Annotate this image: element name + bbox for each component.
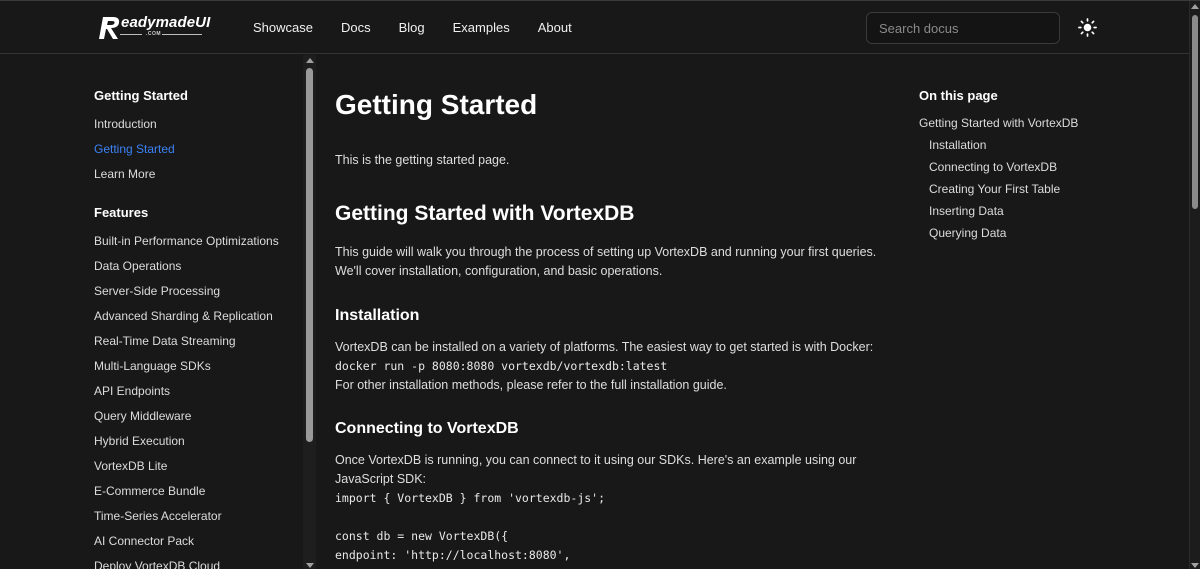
- search-input[interactable]: [879, 20, 1055, 36]
- nav-about[interactable]: About: [538, 20, 572, 35]
- sidebar-item-time-series[interactable]: Time-Series Accelerator: [94, 509, 222, 523]
- toc-item-first-table[interactable]: Creating Your First Table: [929, 182, 1060, 196]
- logo-divider-right: [162, 34, 202, 35]
- toc-item-querying[interactable]: Querying Data: [929, 226, 1006, 240]
- sidebar-item-hybrid-execution[interactable]: Hybrid Execution: [94, 434, 185, 448]
- scroll-up-arrow-icon[interactable]: [306, 58, 314, 63]
- install-code: docker run -p 8080:8080 vortexdb/vortexd…: [335, 359, 668, 373]
- sidebar-item-sharding[interactable]: Advanced Sharding & Replication: [94, 309, 273, 323]
- sidebar-item-introduction[interactable]: Introduction: [94, 117, 157, 131]
- code-line-import: import { VortexDB } from 'vortexdb-js';: [335, 491, 606, 505]
- sidebar-item-learn-more[interactable]: Learn More: [94, 167, 155, 181]
- nav-examples[interactable]: Examples: [453, 20, 510, 35]
- sun-icon[interactable]: [1078, 18, 1097, 37]
- logo-wordmark: eadymadeUI: [121, 14, 211, 31]
- install-text-2: For other installation methods, please r…: [335, 378, 727, 392]
- doc-content: Getting Started This is the getting star…: [335, 55, 895, 569]
- sidebar-item-server-side[interactable]: Server-Side Processing: [94, 284, 220, 298]
- toc-item-getting-started-vortexdb[interactable]: Getting Started with VortexDB: [919, 116, 1078, 130]
- intro-text: This is the getting started page.: [335, 153, 510, 167]
- nav-blog[interactable]: Blog: [399, 20, 425, 35]
- sidebar-item-sdks[interactable]: Multi-Language SDKs: [94, 359, 211, 373]
- heading-installation: Installation: [335, 307, 420, 324]
- sidebar-section-features: Features: [94, 205, 149, 220]
- guide-text-line2: We'll cover installation, configuration,…: [335, 264, 663, 278]
- sidebar-scroll-thumb[interactable]: [306, 68, 313, 442]
- sidebar-item-performance[interactable]: Built-in Performance Optimizations: [94, 234, 279, 248]
- sidebar-item-streaming[interactable]: Real-Time Data Streaming: [94, 334, 236, 348]
- page: eadymadeUI .COM Showcase Docs Blog Examp…: [0, 0, 1200, 569]
- sidebar-scrollbar[interactable]: [303, 55, 316, 569]
- top-navbar: eadymadeUI .COM Showcase Docs Blog Examp…: [0, 1, 1189, 54]
- main-nav: Showcase Docs Blog Examples About: [253, 1, 600, 54]
- guide-text-line1: This guide will walk you through the pro…: [335, 245, 877, 259]
- sidebar-item-getting-started[interactable]: Getting Started: [94, 142, 175, 156]
- heading-connecting: Connecting to VortexDB: [335, 420, 519, 437]
- sidebar-item-ecommerce[interactable]: E-Commerce Bundle: [94, 484, 205, 498]
- logo-divider-left: [120, 34, 142, 35]
- toc-item-inserting[interactable]: Inserting Data: [929, 204, 1004, 218]
- page-title: Getting Started: [335, 89, 538, 120]
- sidebar-item-query-middleware[interactable]: Query Middleware: [94, 409, 191, 423]
- page-scroll-up-icon[interactable]: [1191, 4, 1199, 9]
- page-scrollbar[interactable]: [1189, 1, 1200, 569]
- sidebar-item-api-endpoints[interactable]: API Endpoints: [94, 384, 170, 398]
- connect-text-line1: Once VortexDB is running, you can connec…: [335, 453, 857, 467]
- nav-showcase[interactable]: Showcase: [253, 20, 313, 35]
- code-line-const: const db = new VortexDB({: [335, 529, 509, 543]
- scroll-down-arrow-icon[interactable]: [306, 563, 314, 568]
- heading-getting-started-vortexdb: Getting Started with VortexDB: [335, 202, 635, 225]
- install-text: VortexDB can be installed on a variety o…: [335, 340, 874, 354]
- code-line-endpoint: endpoint: 'http://localhost:8080',: [335, 548, 571, 562]
- connect-text-line2: JavaScript SDK:: [335, 472, 427, 486]
- toc-title: On this page: [919, 88, 998, 103]
- on-this-page-toc: On this page Getting Started with Vortex…: [919, 55, 1169, 355]
- sidebar-item-data-operations[interactable]: Data Operations: [94, 259, 181, 273]
- page-scroll-down-icon[interactable]: [1191, 563, 1199, 568]
- toc-item-connecting[interactable]: Connecting to VortexDB: [929, 160, 1057, 174]
- sidebar-item-vortexdb-lite[interactable]: VortexDB Lite: [94, 459, 167, 473]
- toc-item-installation[interactable]: Installation: [929, 138, 986, 152]
- sidebar-item-ai-connector[interactable]: AI Connector Pack: [94, 534, 194, 548]
- search-box[interactable]: [866, 12, 1060, 44]
- sidebar-item-deploy-cloud[interactable]: Deploy VortexDB Cloud: [94, 559, 220, 569]
- logo-r-icon: [99, 17, 120, 39]
- logo-domain: .COM: [146, 31, 162, 37]
- page-scroll-thumb[interactable]: [1192, 15, 1198, 209]
- nav-docs[interactable]: Docs: [341, 20, 371, 35]
- sidebar-section-getting-started: Getting Started: [94, 88, 188, 103]
- site-logo[interactable]: eadymadeUI .COM: [94, 12, 210, 42]
- docs-sidebar: Getting Started Introduction Getting Sta…: [0, 55, 303, 569]
